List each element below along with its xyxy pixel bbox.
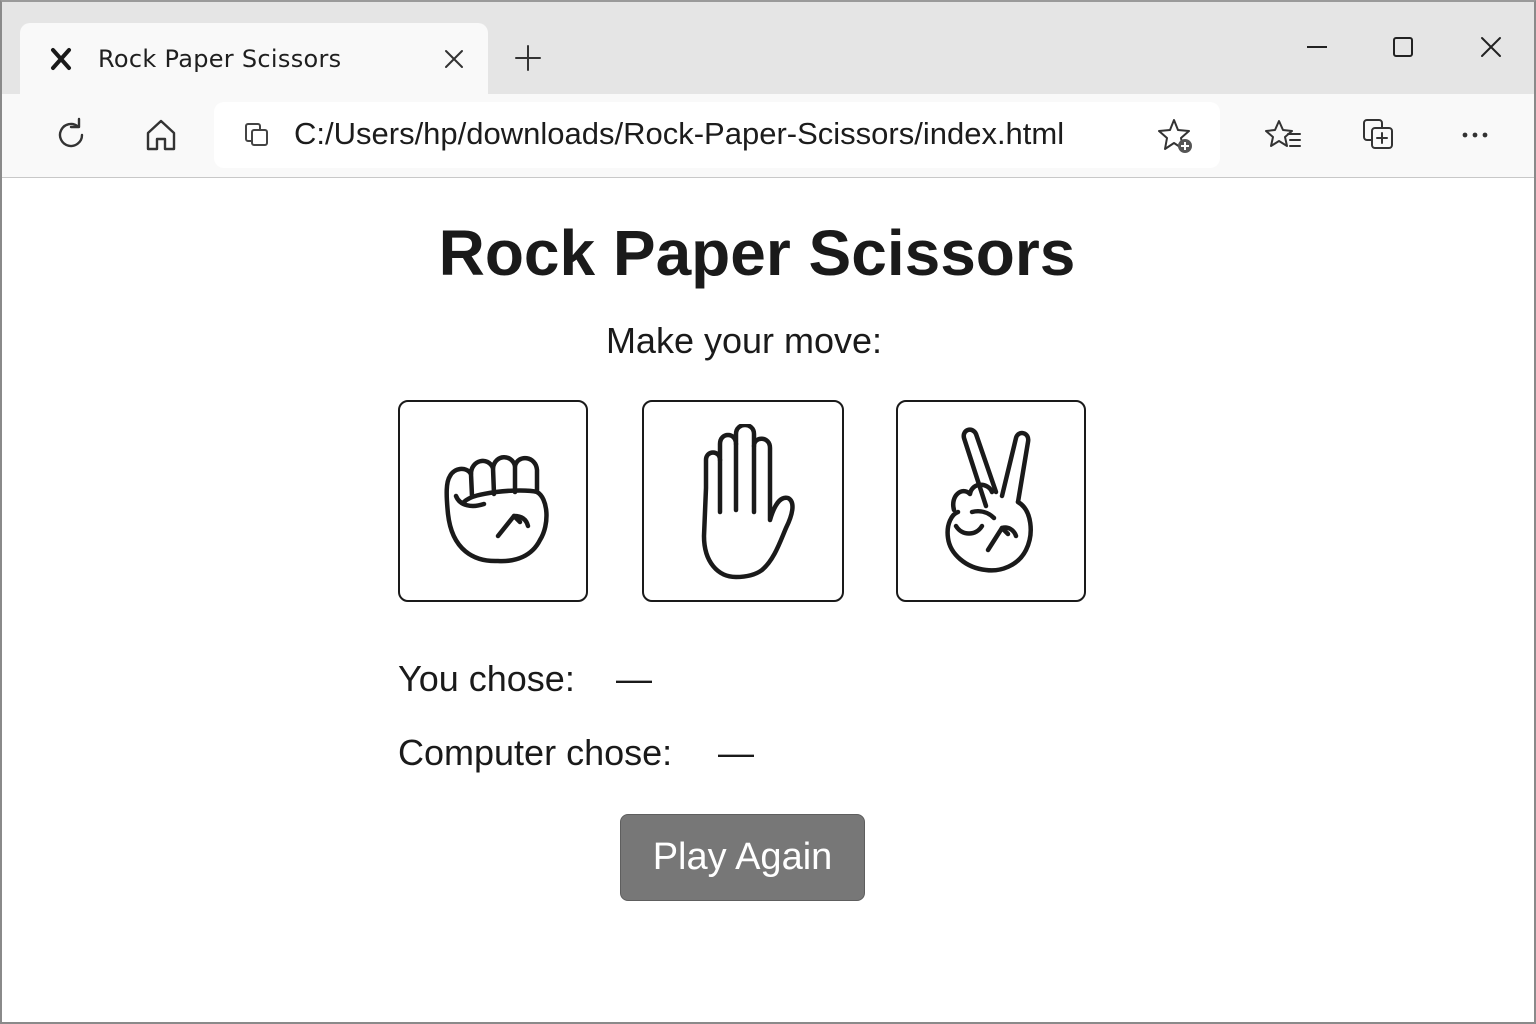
new-tab-icon[interactable] [514,44,542,72]
favorites-icon[interactable] [1264,116,1302,154]
computer-chose-row: Computer chose: — [398,732,754,774]
browser-window: Rock Paper Scissors C:/Users/hp/download… [0,0,1536,1024]
scissors-button[interactable] [896,400,1086,602]
browser-toolbar: C:/Users/hp/downloads/Rock-Paper-Scissor… [2,94,1534,178]
paper-button[interactable] [642,400,844,602]
page-content: Rock Paper Scissors Make your move: You … [2,178,1534,1022]
rock-button[interactable] [398,400,588,602]
you-chose-value: — [616,658,652,699]
you-chose-label: You chose: [398,658,575,699]
collections-icon[interactable] [1360,116,1398,154]
x-favicon-icon [51,48,71,70]
address-url[interactable]: C:/Users/hp/downloads/Rock-Paper-Scissor… [294,116,1064,152]
move-prompt: Make your move: [605,320,883,361]
play-again-button[interactable]: Play Again [620,814,865,901]
open-hand-icon [701,424,795,580]
add-favorite-icon[interactable] [1156,116,1196,156]
address-bar[interactable]: C:/Users/hp/downloads/Rock-Paper-Scissor… [214,102,1220,168]
active-tab[interactable]: Rock Paper Scissors [20,23,488,95]
victory-hand-icon [945,427,1033,573]
minimize-icon[interactable] [1302,32,1332,62]
tab-title: Rock Paper Scissors [98,45,342,73]
computer-chose-value: — [718,732,754,773]
page-info-icon[interactable] [242,120,272,150]
computer-chose-label: Computer chose: [398,732,673,773]
you-chose-row: You chose: — [398,658,652,700]
more-icon[interactable] [1458,116,1496,154]
fist-icon [444,455,549,564]
maximize-icon[interactable] [1388,32,1418,62]
tab-strip: Rock Paper Scissors [2,2,1534,95]
close-window-icon[interactable] [1476,32,1506,62]
home-icon[interactable] [142,116,180,154]
refresh-icon[interactable] [52,116,90,154]
page-title: Rock Paper Scissors [438,217,1076,289]
close-tab-icon[interactable] [444,49,464,69]
